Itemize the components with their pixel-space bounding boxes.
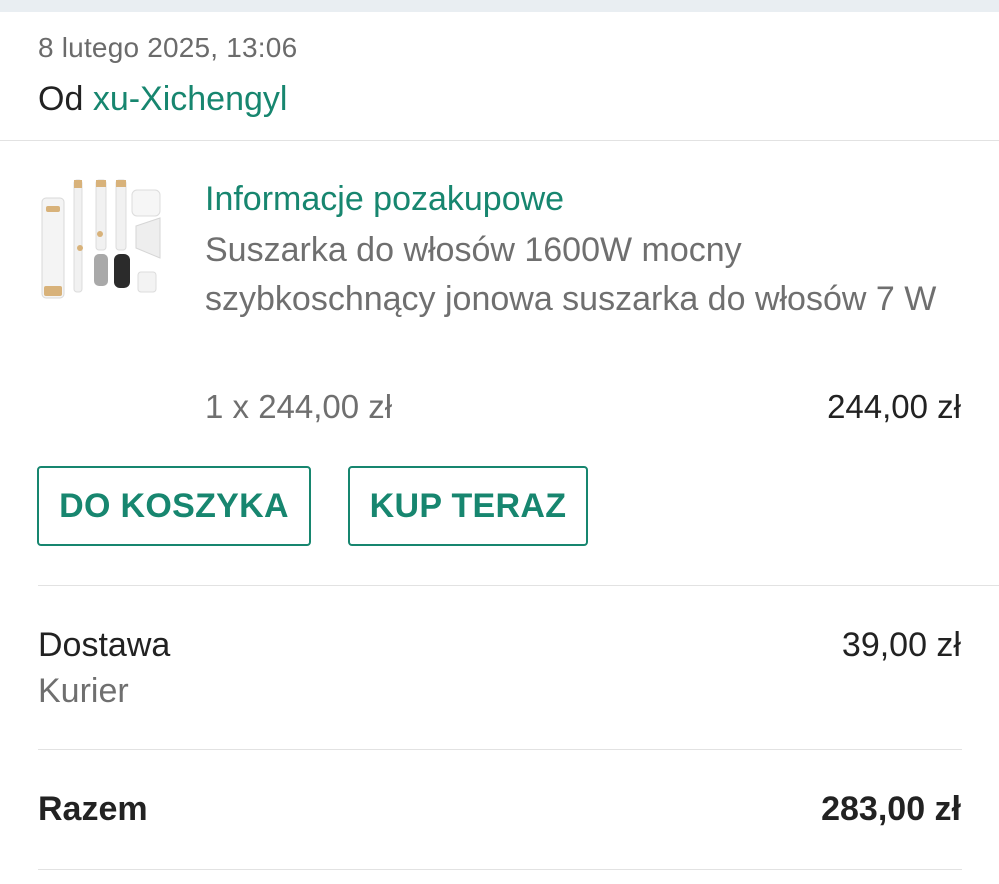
product-name[interactable]: Suszarka do włosów 1600W mocny szybkosch… [205,226,965,324]
divider [38,869,962,870]
divider [38,585,999,586]
add-to-cart-button[interactable]: DO KOSZYKA [37,466,311,546]
message-date: 8 lutego 2025, 13:06 [38,32,298,63]
divider [0,140,999,141]
shipping-label: Dostawa [38,626,171,664]
sender-line: Od xu-Xichengyl [38,80,287,119]
seller-link[interactable]: xu-Xichengyl [93,80,288,118]
quantity-price: 1 x 244,00 zł [205,388,393,425]
total-label: Razem [38,790,148,828]
line-total: 244,00 zł [827,388,961,425]
post-purchase-info-title[interactable]: Informacje pozakupowe [205,180,564,219]
total-price: 283,00 zł [821,790,961,828]
top-strip [0,0,999,12]
product-thumbnail[interactable] [36,176,166,308]
buy-now-button[interactable]: KUP TERAZ [348,466,588,546]
hair-dryer-set-image [41,179,161,299]
from-prefix: Od [38,80,84,118]
shipping-method: Kurier [38,672,129,710]
shipping-price: 39,00 zł [841,626,961,664]
divider [38,749,962,750]
